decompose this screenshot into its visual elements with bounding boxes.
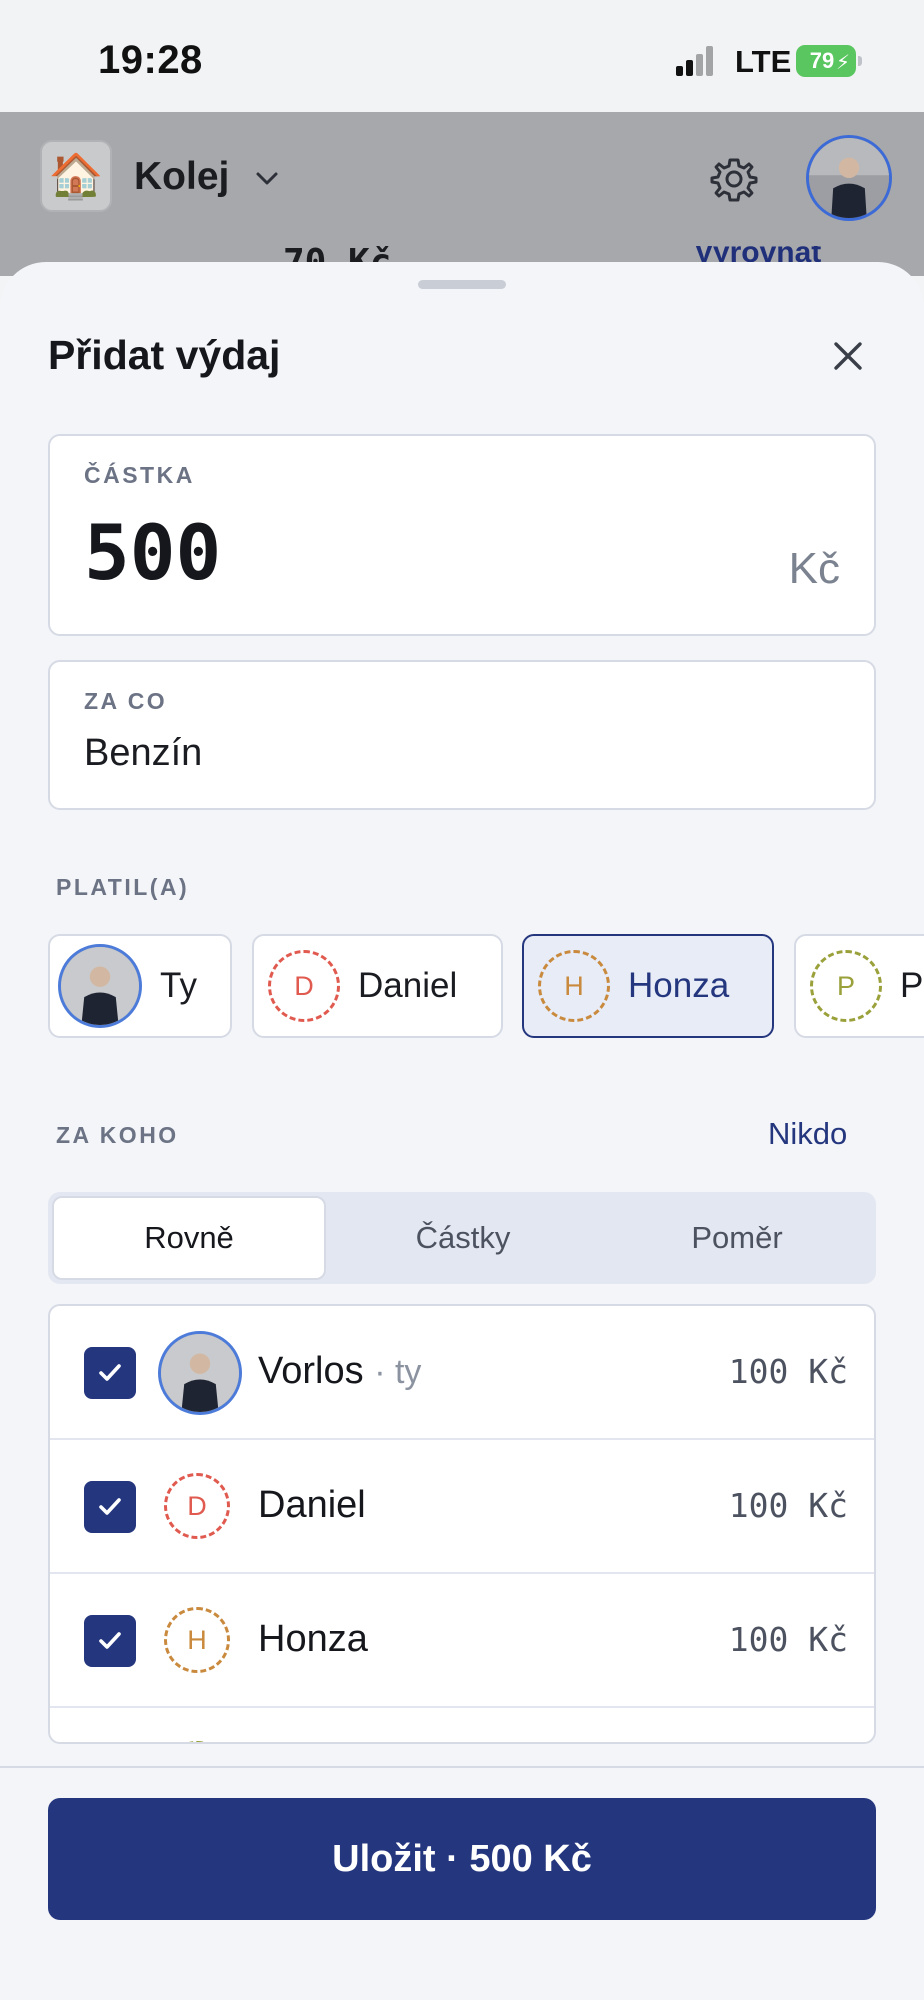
avatar [158, 1331, 242, 1415]
participant-amount: 100 Kč [728, 1620, 848, 1659]
tab-ratio[interactable]: Poměr [600, 1196, 874, 1280]
participant-checkbox[interactable] [84, 1347, 136, 1399]
select-nobody-link[interactable]: Nikdo [768, 1116, 847, 1152]
avatar-letter: H [564, 970, 584, 1001]
group-name[interactable]: Kolej [134, 155, 229, 199]
amount-label: ČÁSTKA [84, 462, 195, 488]
description-field[interactable]: ZA CO Benzín [48, 660, 876, 810]
check-icon [99, 1632, 121, 1649]
participant-checkbox[interactable] [84, 1615, 136, 1667]
status-time: 19:28 [98, 38, 203, 82]
participant-row[interactable]: H Honza 100 Kč [50, 1574, 874, 1708]
network-type: LTE [735, 44, 792, 79]
gear-icon[interactable] [710, 155, 758, 203]
charging-icon: ⚡ [835, 52, 850, 74]
payer-name: Honza [628, 966, 730, 1005]
avatar-letter: H [187, 1624, 207, 1655]
participant-checkbox[interactable] [84, 1481, 136, 1533]
save-button[interactable]: Uložit · 500 Kč [48, 1798, 876, 1920]
avatar [58, 944, 142, 1028]
check-icon [99, 1364, 121, 1381]
participant-name-text: Vorlos [258, 1350, 364, 1392]
profile-avatar[interactable] [806, 135, 892, 221]
house-icon: 🏠 [48, 152, 104, 201]
chevron-down-icon[interactable] [254, 165, 280, 191]
avatar-letter: D [294, 970, 314, 1001]
payer-chip-you[interactable]: Ty [48, 934, 232, 1038]
amount-field[interactable]: ČÁSTKA 500 Kč [48, 434, 876, 636]
participant-row[interactable]: Vorlos · ty 100 Kč [50, 1306, 874, 1440]
participant-name: Vorlos · ty [258, 1350, 421, 1393]
participant-name: Daniel [258, 1484, 366, 1526]
check-icon [99, 1498, 121, 1515]
avatar-initial: H [538, 950, 610, 1022]
avatar-letter: P [836, 970, 855, 1001]
avatar-letter: D [187, 1490, 207, 1521]
sheet-footer: Uložit · 500 Kč [0, 1766, 924, 2000]
description-label: ZA CO [84, 688, 168, 714]
payer-chip-honza[interactable]: H Honza [522, 934, 774, 1038]
avatar-initial: D [268, 950, 340, 1022]
participant-row[interactable] [50, 1708, 874, 1742]
participant-row[interactable]: D Daniel 100 Kč [50, 1440, 874, 1574]
split-mode-tabs: Rovně Částky Poměr [48, 1192, 876, 1284]
participant-amount: 100 Kč [728, 1352, 848, 1391]
close-icon[interactable] [828, 336, 868, 376]
payer-section-label: PLATIL(A) [56, 874, 190, 900]
participant-amount: 100 Kč [728, 1486, 848, 1525]
split-section-label: ZA KOHO [56, 1122, 179, 1148]
you-tag: · ty [374, 1353, 422, 1391]
group-icon[interactable]: 🏠 [40, 140, 112, 212]
person-photo-icon [61, 947, 139, 1025]
person-photo-icon [161, 1334, 239, 1412]
sheet-title: Přidat výdaj [48, 332, 281, 378]
payer-chip-p[interactable]: P Pe [794, 934, 924, 1038]
avatar-initial: P [810, 950, 882, 1022]
tab-equal[interactable]: Rovně [52, 1196, 326, 1280]
drag-handle[interactable] [418, 280, 506, 289]
payer-name: Daniel [358, 966, 458, 1005]
payer-name: Ty [160, 966, 197, 1005]
tab-amounts[interactable]: Částky [326, 1196, 600, 1280]
payer-name: Pe [900, 966, 924, 1005]
signal-icon [676, 46, 720, 76]
avatar-initial: D [164, 1473, 230, 1539]
currency-label: Kč [788, 544, 840, 593]
battery-level: 79 [809, 48, 835, 73]
avatar-initial: H [164, 1607, 230, 1673]
split-participants-list: Vorlos · ty 100 Kč D Daniel 100 Kč H Hon… [48, 1304, 876, 1744]
participant-name: Honza [258, 1618, 368, 1660]
payer-chip-daniel[interactable]: D Daniel [252, 934, 503, 1038]
avatar-initial [164, 1741, 230, 1742]
person-photo-icon [809, 138, 889, 218]
amount-value[interactable]: 500 [84, 508, 221, 597]
battery-icon: 79 ⚡ [796, 45, 862, 77]
status-bar: 19:28 LTE 79 ⚡ [0, 0, 924, 112]
description-value[interactable]: Benzín [84, 732, 202, 775]
